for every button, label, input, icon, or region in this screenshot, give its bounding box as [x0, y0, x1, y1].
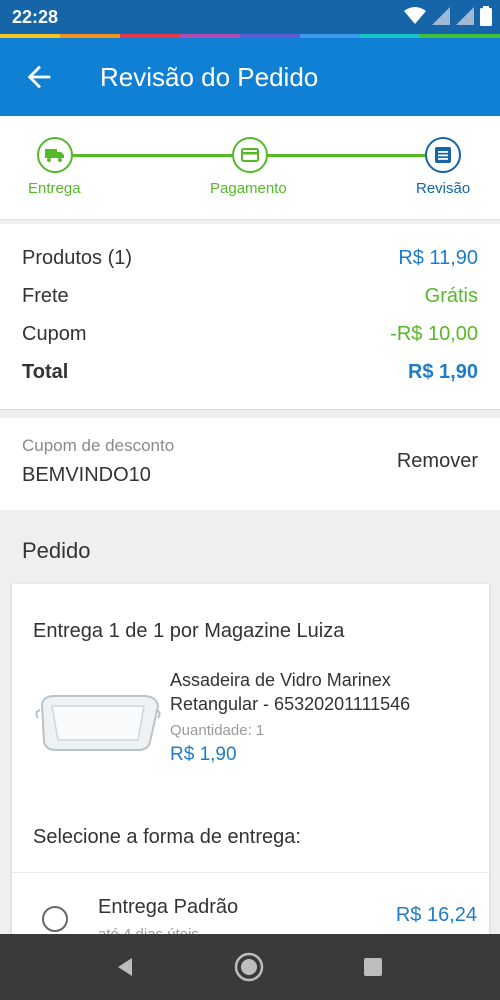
product-name: Assadeira de Vidro Marinex Retangular - …	[170, 670, 411, 714]
nav-back-button[interactable]	[110, 952, 140, 982]
shipment-card: Entrega 1 de 1 por Magazine Luiza Assade…	[12, 584, 489, 944]
summary-value: Grátis	[424, 284, 478, 307]
app-bar: Revisão do Pedido	[0, 38, 500, 116]
remove-coupon-button[interactable]: Remover	[397, 450, 478, 473]
system-nav-bar	[0, 934, 500, 1000]
step-payment[interactable]	[232, 137, 268, 173]
step-line-1	[72, 154, 234, 157]
back-arrow-icon[interactable]	[22, 60, 56, 94]
page-title: Revisão do Pedido	[100, 62, 319, 92]
signal-icon	[432, 7, 450, 25]
list-icon	[435, 147, 451, 163]
summary-row-products: Produtos (1) R$ 11,90	[22, 244, 478, 272]
delivery-option-price: R$ 16,24	[395, 904, 477, 926]
step-label-review: Revisão	[416, 180, 471, 197]
order-section-title: Pedido	[22, 538, 91, 563]
circle-home-icon	[234, 952, 264, 982]
nav-recents-button[interactable]	[358, 952, 388, 982]
coupon-section: Cupom de desconto BEMVINDO10 Remover	[0, 418, 500, 510]
step-delivery[interactable]	[37, 137, 73, 173]
delivery-option-name[interactable]: Entrega Padrão	[98, 896, 238, 919]
signal-icon-2	[456, 7, 474, 25]
step-review[interactable]	[425, 137, 461, 173]
summary-row-total: Total R$ 1,90	[22, 358, 478, 386]
battery-icon	[480, 6, 492, 26]
square-recents-icon	[364, 958, 382, 976]
summary-row-shipping: Frete Grátis	[22, 282, 478, 310]
summary-value: -R$ 10,00	[390, 322, 478, 345]
shipment-title: Entrega 1 de 1 por Magazine Luiza	[33, 620, 345, 642]
truck-icon	[45, 149, 64, 162]
product-price: R$ 1,90	[170, 744, 237, 765]
triangle-back-icon	[118, 958, 132, 976]
coupon-label: Cupom de desconto	[22, 436, 175, 455]
status-bar: 22:28	[0, 0, 500, 34]
summary-row-coupon: Cupom -R$ 10,00	[22, 320, 478, 348]
summary-label: Total	[22, 360, 69, 383]
step-label-payment: Pagamento	[210, 180, 287, 197]
delivery-option-radio[interactable]	[42, 906, 68, 932]
card-icon	[241, 148, 259, 162]
nav-home-button[interactable]	[234, 952, 264, 982]
status-time: 22:28	[12, 7, 59, 27]
product-image	[35, 695, 161, 751]
product-quantity: Quantidade: 1	[170, 722, 265, 739]
step-label-delivery: Entrega	[28, 180, 81, 197]
summary-label: Cupom	[22, 322, 87, 345]
wifi-icon	[404, 7, 426, 24]
coupon-code: BEMVINDO10	[22, 464, 151, 486]
divider	[12, 872, 489, 873]
status-icons	[404, 6, 492, 26]
checkout-stepper: Entrega Pagamento Revisão	[0, 116, 500, 220]
summary-value: R$ 11,90	[398, 246, 478, 269]
order-summary: Produtos (1) R$ 11,90 Frete Grátis Cupom…	[0, 224, 500, 410]
summary-label: Frete	[22, 284, 69, 307]
delivery-method-title: Selecione a forma de entrega:	[33, 826, 301, 848]
summary-value: R$ 1,90	[407, 360, 478, 383]
summary-label: Produtos (1)	[22, 246, 133, 269]
step-line-2	[268, 154, 426, 157]
